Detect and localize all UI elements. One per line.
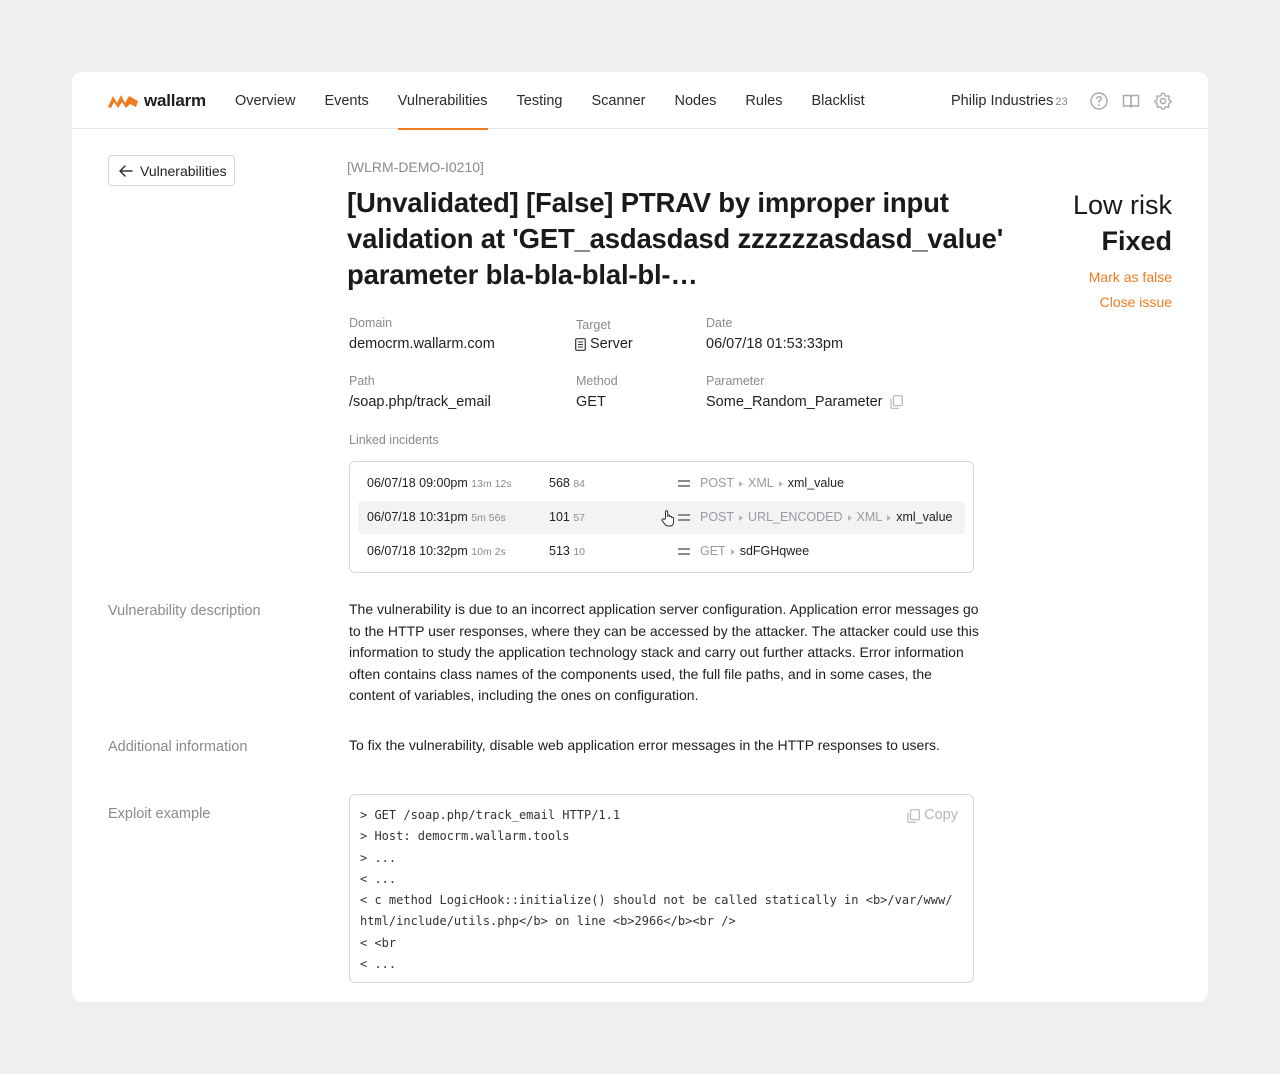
page-title: [Unvalidated] [False] PTRAV by improper … — [347, 187, 1004, 290]
copy-icon[interactable] — [889, 395, 903, 409]
target-value: Server — [575, 336, 633, 352]
chain-step: XML — [856, 510, 883, 524]
incident-subcount: 10 — [573, 546, 586, 558]
chevron-right-icon — [847, 514, 852, 521]
additional-info-text: To fix the vulnerability, disable web ap… — [349, 737, 940, 753]
request-stack-icon — [678, 548, 690, 555]
chevron-right-icon — [739, 514, 744, 521]
help-icon[interactable] — [1090, 92, 1108, 110]
issue-status: Fixed — [1101, 226, 1172, 256]
brand-logo[interactable]: wallarm — [108, 90, 206, 112]
code-line: < ... — [360, 957, 397, 972]
code-line: < <br — [360, 935, 397, 950]
nav-nodes[interactable]: Nodes — [674, 72, 716, 129]
back-button[interactable]: Vulnerabilities — [108, 155, 235, 186]
path-value: /soap.php/track_email — [349, 394, 491, 410]
chain-param: sdFGHqwee — [739, 544, 810, 558]
method-label: Method — [576, 374, 618, 388]
chevron-right-icon — [730, 548, 735, 555]
back-button-label: Vulnerabilities — [140, 162, 227, 179]
copy-button[interactable]: Copy — [907, 805, 958, 826]
domain-label: Domain — [349, 316, 393, 330]
request-stack-icon — [678, 514, 690, 521]
nav-scanner[interactable]: Scanner — [591, 72, 645, 129]
parameter-value: Some_Random_Parameter — [706, 394, 903, 410]
incident-duration: 10m 2s — [471, 546, 506, 558]
main-card: wallarm Overview Events Vulnerabilities … — [72, 72, 1208, 1002]
chain-step: POST — [700, 510, 735, 524]
incident-count: 568 — [549, 476, 570, 490]
method-value: GET — [576, 394, 606, 410]
incident-date: 06/07/18 10:32pm — [367, 544, 468, 558]
code-line: > GET /soap.php/track_email HTTP/1.1 — [360, 808, 621, 822]
nav-vulnerabilities[interactable]: Vulnerabilities — [397, 72, 488, 130]
code-line: > ... — [360, 850, 397, 865]
exploit-label: Exploit example — [108, 806, 211, 822]
incident-count: 101 — [549, 510, 570, 524]
incident-subcount: 57 — [573, 512, 586, 524]
exploit-code-block[interactable]: Copy > GET /soap.php/track_email HTTP/1.… — [349, 794, 974, 983]
brand-name: wallarm — [144, 91, 206, 110]
chevron-right-icon — [739, 480, 744, 487]
document-icon — [575, 337, 586, 351]
incident-row[interactable]: 06/07/18 09:00pm 13m 12s 568 84 POST XML… — [358, 467, 965, 500]
account-name: Philip Industries — [951, 93, 1054, 109]
parameter-label: Parameter — [706, 374, 765, 388]
chevron-right-icon — [778, 480, 783, 487]
nav-rules[interactable]: Rules — [745, 72, 782, 129]
risk-level: Low risk — [1072, 190, 1172, 220]
target-label: Target — [576, 318, 611, 332]
nav-testing[interactable]: Testing — [517, 72, 563, 129]
account-switcher[interactable]: Philip Industries 23 — [951, 93, 1068, 109]
incident-date: 06/07/18 09:00pm — [367, 476, 468, 490]
incident-duration: 13m 12s — [471, 478, 512, 490]
incident-date: 06/07/18 10:31pm — [367, 510, 468, 524]
nav-events[interactable]: Events — [324, 72, 368, 129]
account-count: 23 — [1055, 96, 1068, 108]
additional-info-label: Additional information — [108, 739, 248, 755]
wallarm-logo-icon — [108, 95, 138, 108]
request-stack-icon — [678, 480, 690, 487]
date-label: Date — [706, 316, 733, 330]
mark-as-false-link[interactable]: Mark as false — [1089, 269, 1172, 285]
chain-step: GET — [700, 544, 726, 558]
nav-overview[interactable]: Overview — [235, 72, 295, 129]
close-issue-link[interactable]: Close issue — [1100, 294, 1172, 310]
chevron-right-icon — [887, 514, 892, 521]
code-line: html/include/utils.php</b> on line <b>29… — [360, 914, 736, 929]
incident-row[interactable]: 06/07/18 10:31pm 5m 56s 101 57 POST URL_… — [358, 501, 965, 534]
copy-label: Copy — [924, 807, 958, 823]
code-line: > Host: democrm.wallarm.tools — [360, 829, 570, 844]
book-icon[interactable] — [1122, 92, 1140, 110]
chain-param: xml_value — [787, 476, 845, 490]
incident-count: 513 — [549, 544, 570, 558]
date-value: 06/07/18 01:53:33pm — [706, 336, 844, 352]
chain-param: xml_value — [896, 510, 953, 524]
linked-incidents-table: 06/07/18 09:00pm 13m 12s 568 84 POST XML… — [349, 461, 974, 573]
top-navbar: wallarm Overview Events Vulnerabilities … — [72, 72, 1208, 130]
copy-icon — [907, 808, 921, 823]
target-text: Server — [590, 336, 633, 352]
incident-subcount: 84 — [573, 478, 586, 490]
chain-step: URL_ENCODED — [748, 510, 843, 524]
linked-incidents-label: Linked incidents — [349, 433, 439, 447]
issue-id: [WLRM-DEMO-I0210] — [347, 159, 484, 175]
gear-icon[interactable] — [1154, 92, 1172, 110]
incident-duration: 5m 56s — [471, 512, 506, 524]
nav-blacklist[interactable]: Blacklist — [811, 72, 864, 129]
chain-step: POST — [700, 476, 735, 490]
path-label: Path — [349, 374, 375, 388]
code-line: < c method LogicHook::initialize() shoul… — [360, 893, 953, 908]
main-nav: Overview Events Vulnerabilities Testing … — [235, 72, 894, 130]
hand-cursor-icon — [661, 510, 674, 527]
description-label: Vulnerability description — [108, 603, 261, 619]
domain-value: democrm.wallarm.com — [349, 336, 495, 352]
arrow-left-icon — [119, 164, 133, 177]
chain-step: XML — [748, 476, 774, 490]
incident-row[interactable]: 06/07/18 10:32pm 10m 2s 513 10 GET sdFGH… — [358, 535, 965, 568]
risk-status: Low risk Fixed — [1073, 187, 1172, 259]
code-line: < ... — [360, 871, 397, 886]
parameter-text: Some_Random_Parameter — [706, 394, 883, 410]
description-text: The vulnerability is due to an incorrect… — [349, 601, 979, 703]
